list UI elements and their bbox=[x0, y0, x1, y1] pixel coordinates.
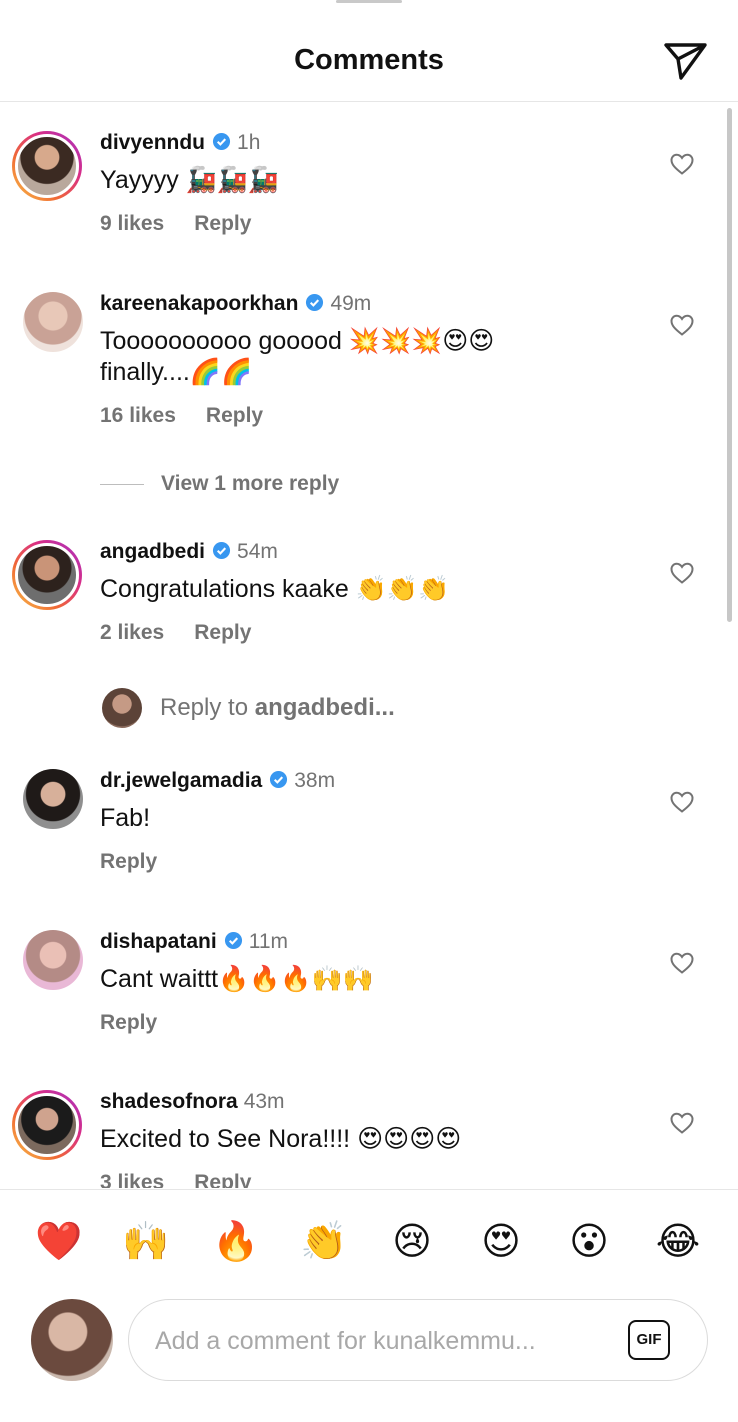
reaction-crying-icon[interactable]: 😢 bbox=[388, 1220, 436, 1264]
paper-plane-icon[interactable] bbox=[662, 40, 708, 82]
comments-header: Comments bbox=[0, 0, 738, 102]
verified-badge-icon bbox=[224, 931, 242, 950]
like-heart-icon[interactable] bbox=[669, 561, 695, 585]
like-heart-icon[interactable] bbox=[669, 313, 695, 337]
scrollbar[interactable] bbox=[727, 108, 732, 622]
reply-to-prefix: Reply to bbox=[160, 694, 255, 721]
comment-username[interactable]: dishapatani bbox=[100, 930, 217, 953]
comment-timestamp: 43m bbox=[243, 1090, 285, 1113]
reaction-surprised-icon[interactable]: 😮 bbox=[565, 1220, 613, 1264]
avatar bbox=[102, 688, 142, 728]
comment-text-line-2: finally....🌈🌈 bbox=[100, 358, 253, 386]
verified-badge-icon bbox=[306, 293, 324, 312]
like-heart-icon[interactable] bbox=[669, 152, 695, 176]
quick-reactions-bar: ❤️ 🙌 🔥 👏 😢 😍 😮 😂 bbox=[0, 1189, 738, 1291]
reply-button[interactable]: Reply bbox=[100, 1011, 157, 1034]
avatar[interactable] bbox=[23, 292, 83, 352]
reply-to-username: angadbedi... bbox=[254, 694, 395, 721]
likes-count[interactable]: 2 likes bbox=[100, 621, 164, 644]
comment-text: Yayyyy 🚂🚂🚂 bbox=[100, 166, 280, 194]
verified-badge-icon bbox=[212, 541, 231, 560]
avatar[interactable] bbox=[23, 930, 83, 990]
reply-button[interactable]: Reply bbox=[194, 1171, 251, 1188]
view-more-replies-label: View 1 more reply bbox=[161, 472, 340, 495]
reaction-heart-eyes-icon[interactable]: 😍 bbox=[477, 1220, 525, 1264]
comment-username[interactable]: angadbedi bbox=[100, 540, 205, 563]
avatar[interactable] bbox=[12, 540, 82, 610]
comment-text: Cant waittt🔥🔥🔥🙌🙌 bbox=[100, 965, 374, 993]
comment-username[interactable]: kareenakapoorkhan bbox=[100, 292, 298, 315]
reaction-heart-icon[interactable]: ❤️ bbox=[35, 1220, 83, 1264]
comment-timestamp: 38m bbox=[294, 769, 336, 792]
comment-list-clip: shadesofnora 43m Excited to See Nora!!!! … bbox=[0, 1080, 738, 1188]
comment-username[interactable]: dr.jewelgamadia bbox=[100, 769, 262, 792]
comment-timestamp: 1h bbox=[237, 131, 261, 154]
avatar[interactable] bbox=[23, 769, 83, 829]
reply-button[interactable]: Reply bbox=[100, 850, 157, 873]
likes-count[interactable]: 3 likes bbox=[100, 1171, 164, 1188]
comment-input[interactable] bbox=[153, 1322, 617, 1360]
comment-text-line-1: Toooooooooo gooood 💥💥💥😍😍 bbox=[100, 327, 495, 355]
comment-timestamp: 11m bbox=[248, 930, 288, 953]
comment-username[interactable]: shadesofnora bbox=[100, 1090, 238, 1113]
comment-timestamp: 54m bbox=[237, 540, 278, 563]
comment-timestamp: 49m bbox=[330, 292, 372, 315]
comment-input-container[interactable]: GIF bbox=[128, 1299, 708, 1381]
page-title: Comments bbox=[294, 44, 444, 76]
reaction-laughing-icon[interactable]: 😂 bbox=[654, 1220, 702, 1264]
verified-badge-icon bbox=[212, 132, 231, 151]
comment-composer: GIF bbox=[0, 1291, 738, 1422]
comment-username[interactable]: divyenndu bbox=[100, 131, 205, 154]
reply-button[interactable]: Reply bbox=[206, 404, 263, 427]
divider bbox=[100, 484, 144, 485]
like-heart-icon[interactable] bbox=[669, 951, 695, 975]
reaction-raised-hands-icon[interactable]: 🙌 bbox=[122, 1220, 170, 1264]
likes-count[interactable]: 9 likes bbox=[100, 212, 164, 235]
comment-text: Excited to See Nora!!!! 😍😍😍😍 bbox=[100, 1125, 462, 1153]
reply-button[interactable]: Reply bbox=[194, 212, 251, 235]
comment-text: Congratulations kaake 👏👏👏 bbox=[100, 575, 450, 603]
reaction-clap-icon[interactable]: 👏 bbox=[300, 1220, 348, 1264]
gif-button[interactable]: GIF bbox=[628, 1320, 670, 1360]
reaction-fire-icon[interactable]: 🔥 bbox=[212, 1220, 260, 1264]
like-heart-icon[interactable] bbox=[669, 1111, 695, 1135]
verified-badge-icon bbox=[270, 770, 288, 789]
reply-button[interactable]: Reply bbox=[194, 621, 251, 644]
avatar[interactable] bbox=[12, 1090, 82, 1160]
avatar[interactable] bbox=[12, 131, 82, 201]
comment-text: Fab! bbox=[100, 804, 151, 832]
likes-count[interactable]: 16 likes bbox=[100, 404, 176, 427]
avatar bbox=[31, 1299, 113, 1381]
like-heart-icon[interactable] bbox=[669, 790, 695, 814]
